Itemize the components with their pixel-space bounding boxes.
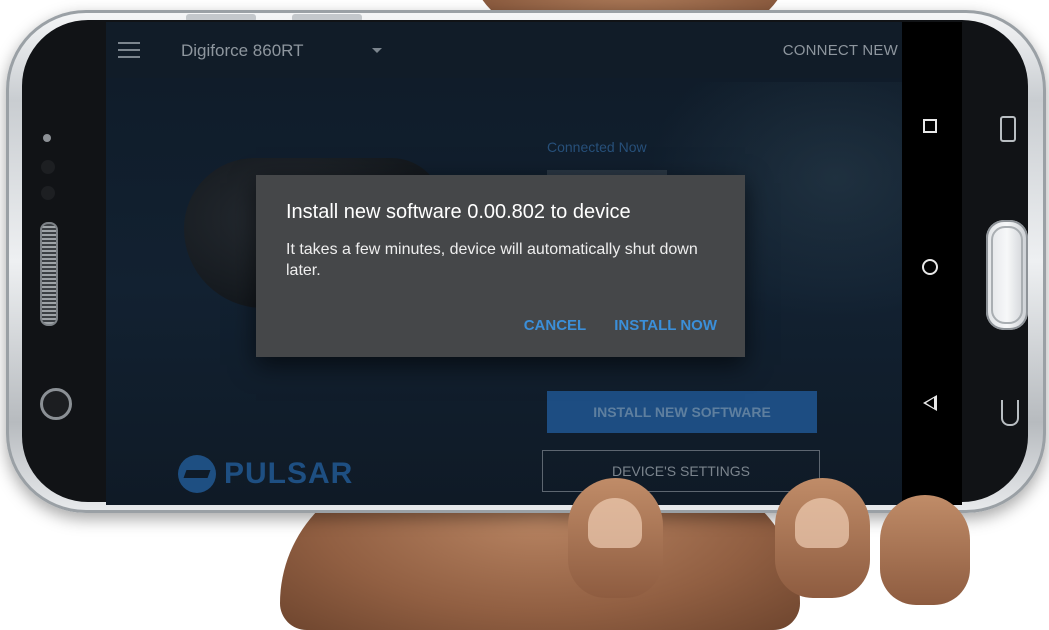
android-nav-bar <box>902 22 962 505</box>
pulsar-logo: PULSAR <box>178 454 353 494</box>
finger <box>568 478 663 598</box>
recents-icon[interactable] <box>1000 116 1016 142</box>
back-icon[interactable] <box>923 395 937 411</box>
front-camera <box>40 388 72 420</box>
logo-text: PULSAR <box>224 457 354 490</box>
back-icon[interactable] <box>1001 400 1019 426</box>
finger <box>880 495 970 605</box>
earpiece-speaker <box>40 222 58 326</box>
install-now-button[interactable]: INSTALL NOW <box>614 317 717 334</box>
chevron-down-icon[interactable] <box>372 48 382 53</box>
home-hardware-button[interactable] <box>986 220 1028 330</box>
recents-icon[interactable] <box>923 119 937 133</box>
home-icon[interactable] <box>922 259 938 275</box>
iris-sensor <box>41 186 55 200</box>
app-bar: Digiforce 860RT CONNECT NEW <box>106 22 962 78</box>
dialog-actions: CANCEL INSTALL NOW <box>524 317 717 334</box>
menu-icon[interactable] <box>118 42 140 58</box>
proximity-sensor <box>41 160 55 174</box>
install-new-software-button[interactable]: INSTALL NEW SOFTWARE <box>547 391 817 433</box>
connection-status: Connected Now <box>547 139 647 155</box>
dialog-title: Install new software 0.00.802 to device <box>286 201 631 223</box>
device-settings-button[interactable]: DEVICE'S SETTINGS <box>542 450 820 492</box>
light-sensor <box>43 134 51 142</box>
install-dialog: Install new software 0.00.802 to device … <box>256 175 745 357</box>
dialog-message: It takes a few minutes, device will auto… <box>286 241 698 279</box>
cancel-button[interactable]: CANCEL <box>524 317 587 334</box>
connect-new-button[interactable]: CONNECT NEW <box>783 42 898 59</box>
finger <box>775 478 870 598</box>
device-selector-label[interactable]: Digiforce 860RT <box>181 41 304 61</box>
pulsar-logo-icon <box>178 455 216 493</box>
